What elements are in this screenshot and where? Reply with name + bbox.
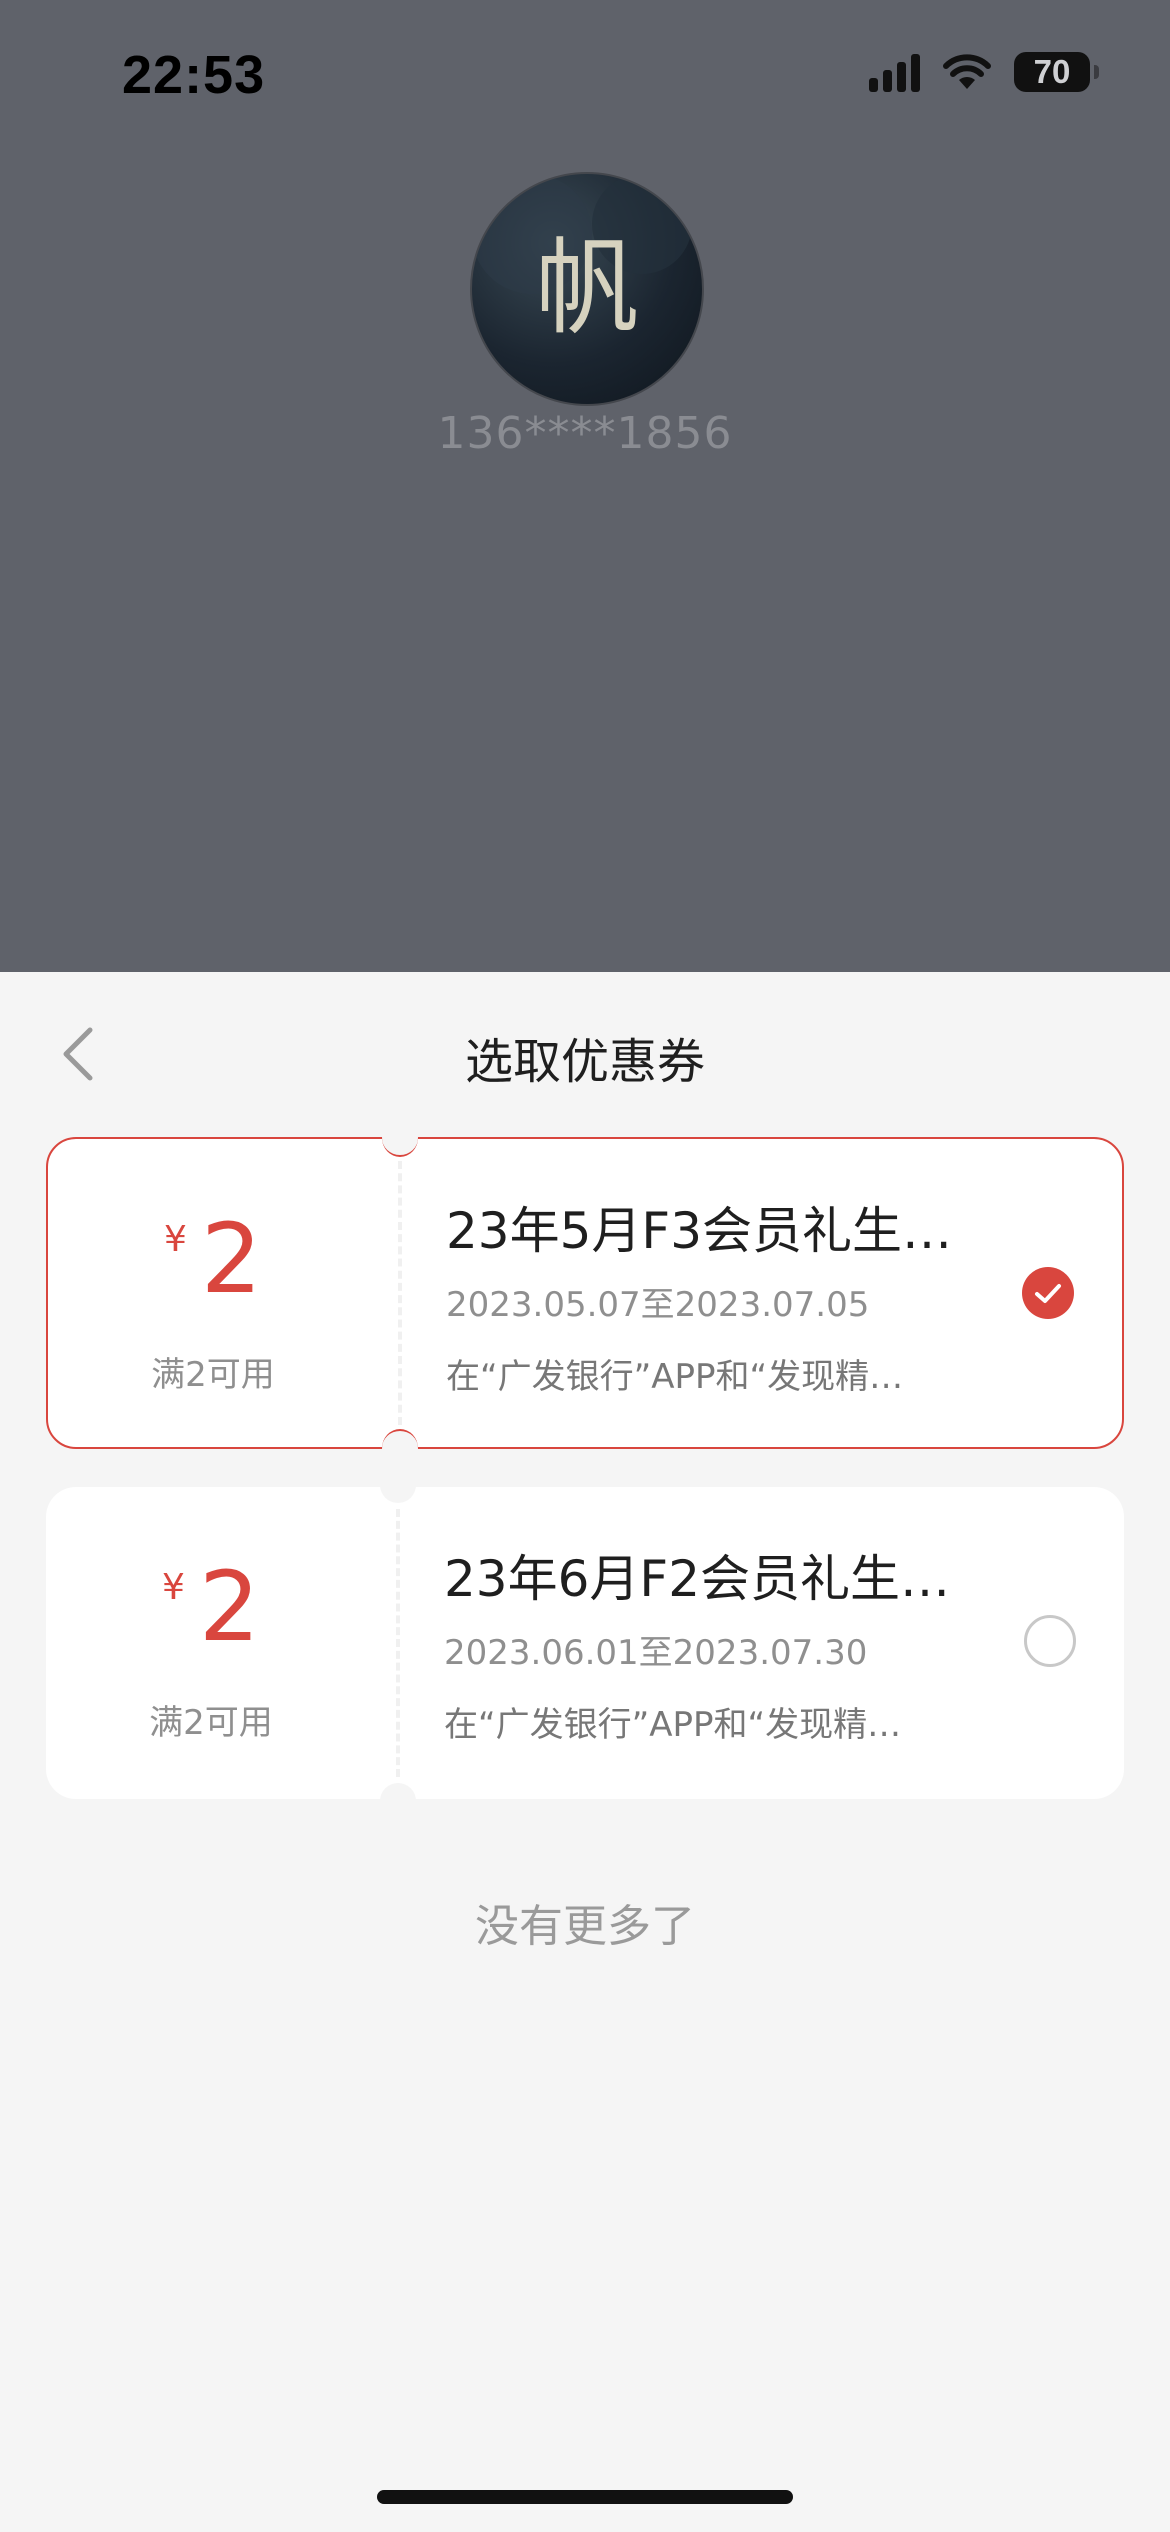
coupon-amount: ¥2 bbox=[48, 1209, 378, 1309]
coupon-title: 23年6月F2会员礼生… bbox=[444, 1550, 951, 1608]
battery-icon: 70 bbox=[1014, 52, 1099, 92]
coupon-description: 在“广发银行”APP和“发现精… bbox=[444, 1705, 902, 1745]
coupon-dates: 2023.06.01至2023.07.30 bbox=[444, 1633, 868, 1673]
avatar-calligraphy-image: 帆 bbox=[472, 174, 692, 349]
coupon-description: 在“广发银行”APP和“发现精… bbox=[446, 1357, 904, 1397]
coupon-notch bbox=[380, 1467, 416, 1503]
home-indicator[interactable] bbox=[377, 2490, 793, 2504]
coupon-card[interactable]: ¥2 满2可用 23年6月F2会员礼生… 2023.06.01至2023.07.… bbox=[46, 1467, 1124, 1819]
coupon-notch bbox=[382, 1429, 418, 1467]
currency-symbol: ¥ bbox=[162, 1567, 185, 1608]
coupon-notch bbox=[382, 1119, 418, 1157]
coupon-divider bbox=[396, 1509, 400, 1777]
coupon-divider bbox=[398, 1161, 402, 1425]
radio-unchecked-icon[interactable] bbox=[1024, 1615, 1076, 1667]
currency-symbol: ¥ bbox=[164, 1219, 187, 1260]
amount-value: 2 bbox=[198, 1551, 260, 1663]
cellular-signal-icon bbox=[869, 52, 920, 92]
status-time: 22:53 bbox=[122, 45, 266, 105]
coupon-sheet: 选取优惠券 ¥2 满2可用 23年5月F3会员礼生… 2023.05.07至20… bbox=[0, 972, 1170, 2532]
status-icons: 70 bbox=[869, 52, 1099, 92]
amount-value: 2 bbox=[200, 1203, 262, 1315]
no-more-label: 没有更多了 bbox=[475, 1901, 695, 1952]
coupon-title: 23年5月F3会员礼生… bbox=[446, 1202, 953, 1260]
screen: 22:53 70 帆 136****1856 选取优惠券 ¥ 2 满2可用 23… bbox=[0, 0, 1170, 2532]
avatar-text: 帆 bbox=[535, 227, 639, 349]
phone-number: 136****1856 bbox=[437, 408, 733, 459]
avatar: 帆 bbox=[470, 172, 704, 406]
coupon-notch bbox=[380, 1783, 416, 1819]
checkmark-icon[interactable] bbox=[1022, 1267, 1074, 1319]
coupon-condition: 满2可用 bbox=[151, 1355, 275, 1395]
sheet-title: 选取优惠券 bbox=[464, 1034, 705, 1090]
coupon-amount: ¥2 bbox=[46, 1557, 376, 1657]
coupon-condition: 满2可用 bbox=[149, 1703, 273, 1743]
wifi-icon bbox=[943, 54, 991, 89]
coupon-card[interactable]: ¥2 满2可用 23年5月F3会员礼生… 2023.05.07至2023.07.… bbox=[46, 1119, 1124, 1467]
coupon-dates: 2023.05.07至2023.07.05 bbox=[446, 1285, 870, 1325]
